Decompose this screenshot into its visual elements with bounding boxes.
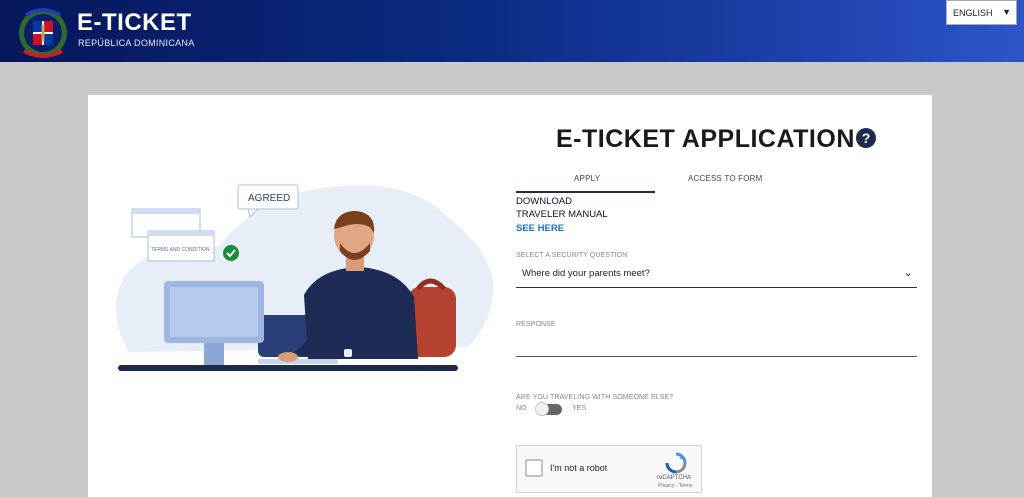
tab-access-to-form[interactable]: ACCESS TO FORM [688, 174, 763, 183]
recaptcha-brand: reCAPTCHA [657, 475, 692, 481]
agreed-bubble-text: AGREED [248, 193, 290, 204]
chevron-down-icon: ⌄ [903, 267, 913, 279]
security-question-label: SELECT A SECURITY QUESTION [516, 252, 628, 259]
download-label: DOWNLOAD [516, 196, 572, 207]
recaptcha-logo-icon [665, 452, 687, 474]
traveler-manual-label: TRAVELER MANUAL [516, 209, 608, 220]
language-value: ENGLISH [953, 7, 993, 18]
toggle-yes-label: YES [572, 405, 587, 412]
terms-card-text: TERMS AND CONDITION [151, 247, 210, 253]
traveling-toggle[interactable] [535, 402, 562, 416]
language-select[interactable]: ENGLISH ▼ [946, 0, 1017, 25]
response-input[interactable] [516, 356, 917, 357]
toggle-knob [535, 402, 549, 416]
traveling-question-label: ARE YOU TRAVELING WITH SOMEONE ELSE? [516, 394, 674, 401]
recaptcha-terms-link[interactable]: Privacy - Terms [658, 483, 692, 489]
recaptcha-widget: I'm not a robot reCAPTCHA Privacy - Term… [516, 445, 702, 493]
brand-subtitle: REPÚBLICA DOMINICANA [78, 38, 195, 48]
see-here-link[interactable]: SEE HERE [516, 223, 564, 234]
page-title: E-TICKET APPLICATION [556, 125, 855, 153]
active-tab-indicator [516, 191, 655, 193]
application-card: TERMS AND CONDITION AGREED E-TICKET APPL… [88, 95, 932, 497]
security-question-select[interactable]: Where did your parents meet? ⌄ [516, 262, 917, 288]
response-label: RESPONSE [516, 321, 556, 328]
top-header: E-TICKET REPÚBLICA DOMINICANA ENGLISH ▼ [0, 0, 1024, 62]
brand-title: E-TICKET [77, 9, 192, 36]
help-icon[interactable]: ? [856, 128, 876, 148]
recaptcha-checkbox[interactable] [525, 459, 543, 477]
toggle-no-label: NO [516, 405, 527, 412]
security-question-value: Where did your parents meet? [522, 268, 650, 279]
person-at-computer-illustration: TERMS AND CONDITION AGREED [116, 184, 494, 371]
coat-of-arms-logo [19, 8, 67, 58]
recaptcha-label: I'm not a robot [550, 463, 608, 473]
chevron-down-icon: ▼ [1002, 7, 1011, 17]
tab-apply[interactable]: APPLY [574, 174, 600, 183]
